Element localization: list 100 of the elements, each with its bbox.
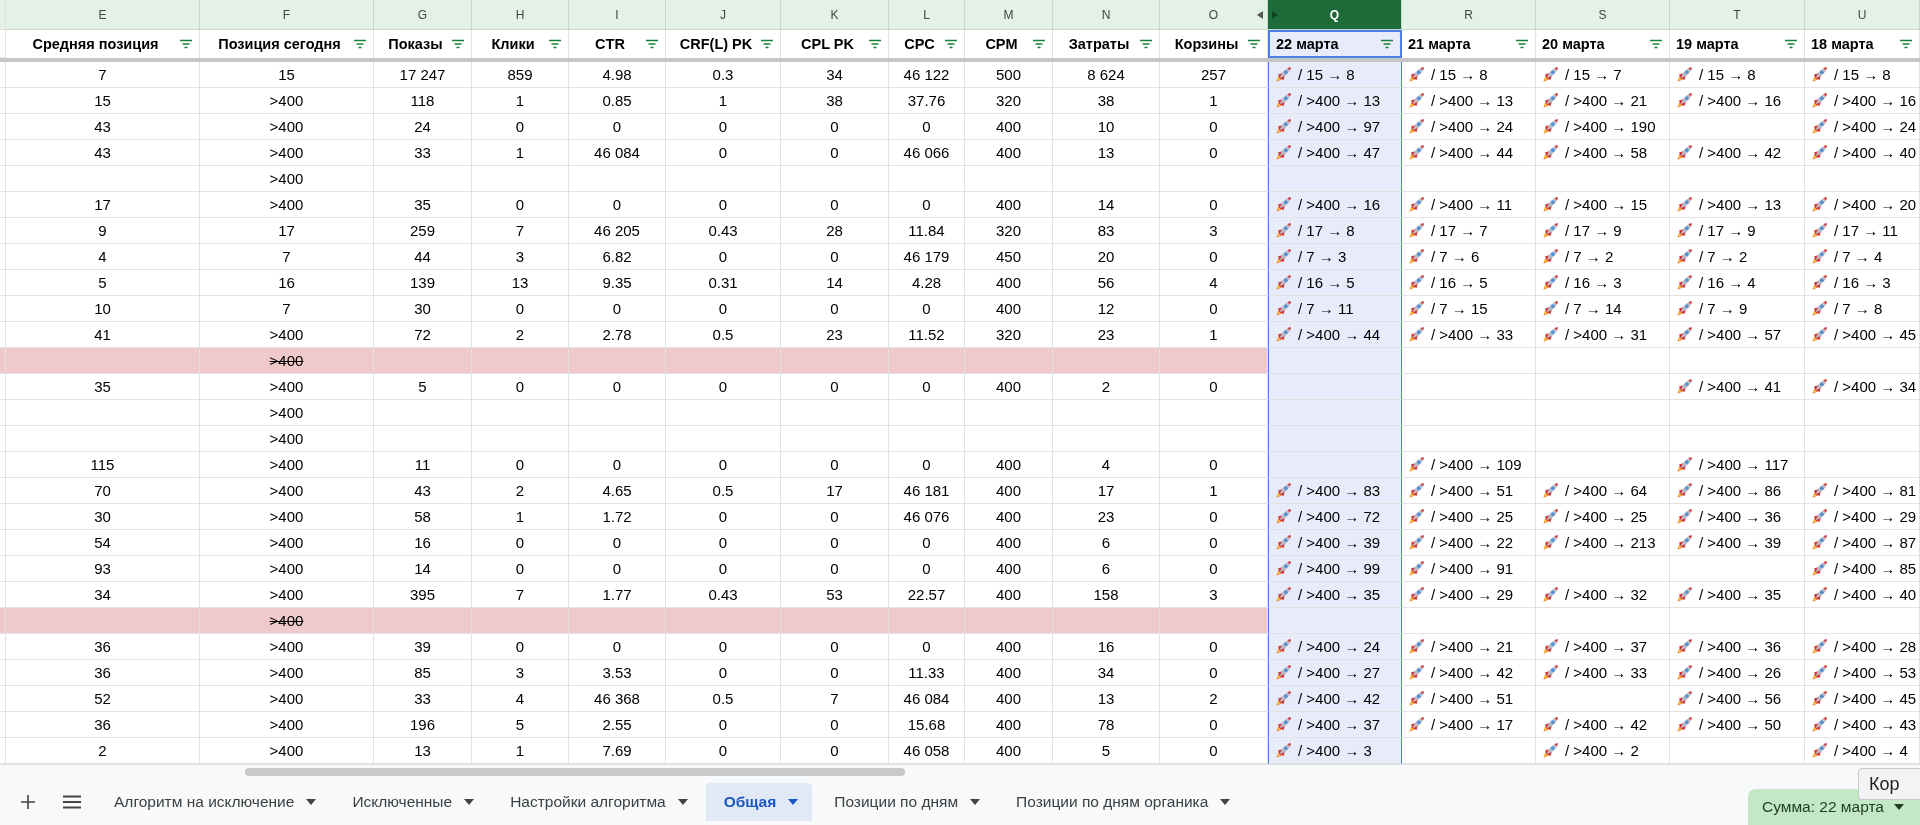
filter-icon[interactable] [760, 39, 774, 49]
row-header[interactable] [0, 140, 6, 166]
row-header[interactable] [0, 88, 6, 114]
position-change: / >400 → 16 [1699, 92, 1782, 109]
rocket-icon [1540, 636, 1560, 657]
sheet-tab[interactable]: Исключенные [334, 782, 489, 821]
position-change: / 15 → 8 [1431, 66, 1488, 83]
filter-icon[interactable] [1784, 39, 1798, 49]
row-header[interactable] [0, 62, 6, 88]
collapse-icon[interactable] [1257, 11, 1263, 19]
filter-icon[interactable] [1515, 39, 1529, 49]
sheet-tab[interactable]: Общая [705, 782, 813, 821]
table-cell: 93 [6, 556, 200, 582]
filter-icon[interactable] [645, 39, 659, 49]
row-header[interactable] [0, 660, 6, 686]
row-header[interactable] [0, 296, 6, 322]
row-header[interactable] [0, 452, 6, 478]
scrollbar-thumb[interactable] [245, 767, 905, 776]
table-cell: 9.35 [569, 270, 666, 296]
filter-icon[interactable] [1380, 39, 1394, 49]
table-cell: 450 [965, 244, 1053, 270]
table-cell: 16 [200, 270, 374, 296]
position-change: / 7 → 15 [1431, 300, 1488, 317]
row-header[interactable] [0, 114, 6, 140]
filter-icon[interactable] [944, 39, 958, 49]
table-cell: 0 [569, 634, 666, 660]
filter-icon[interactable] [1247, 39, 1261, 49]
table-cell: 0 [781, 296, 889, 322]
row-header[interactable] [0, 686, 6, 712]
column-header[interactable]: I [569, 0, 666, 30]
filter-icon[interactable] [179, 39, 193, 49]
column-header[interactable]: H [472, 0, 569, 30]
position-change: / >400 → 25 [1431, 508, 1514, 525]
position-change: / >400 → 44 [1431, 144, 1514, 161]
row-header[interactable] [0, 556, 6, 582]
column-header[interactable]: N [1053, 0, 1160, 30]
column-header[interactable]: M [965, 0, 1053, 30]
position-change: / 16 → 4 [1699, 274, 1756, 291]
table-cell: 196 [374, 712, 472, 738]
expand-icon[interactable] [1272, 11, 1278, 19]
column-title: CPM [984, 36, 1019, 52]
column-header[interactable]: K [781, 0, 889, 30]
column-title-cell[interactable]: 22 марта [1268, 30, 1402, 58]
row-header[interactable] [0, 218, 6, 244]
table-cell: 320 [965, 218, 1053, 244]
table-cell: 13 [1053, 686, 1160, 712]
column-header[interactable]: O [1160, 0, 1268, 30]
row-header[interactable] [0, 374, 6, 400]
position-change: / >400 → 35 [1298, 586, 1381, 603]
row-header[interactable] [0, 504, 6, 530]
row-header[interactable] [0, 426, 6, 452]
column-header[interactable]: Q [1268, 0, 1402, 30]
sheet-tab[interactable]: Настройки алгоритма [492, 782, 702, 821]
table-cell: 46 181 [889, 478, 965, 504]
column-header[interactable]: G [374, 0, 472, 30]
sheet-tab[interactable]: Позиции по дням [816, 782, 995, 821]
column-header[interactable]: R [1402, 0, 1536, 30]
column-header[interactable]: J [666, 0, 781, 30]
column-header[interactable]: E [6, 0, 200, 30]
row-header[interactable] [0, 348, 6, 374]
column-header[interactable]: F [200, 0, 374, 30]
row-header[interactable] [0, 166, 6, 192]
column-header[interactable]: S [1536, 0, 1670, 30]
column-header[interactable]: L [889, 0, 965, 30]
filter-icon[interactable] [548, 39, 562, 49]
row-header[interactable] [0, 244, 6, 270]
table-cell: >400 [200, 400, 374, 426]
rocket-icon [1674, 90, 1694, 111]
table-cell: 0 [889, 192, 965, 218]
row-header[interactable] [0, 478, 6, 504]
row-header[interactable] [0, 608, 6, 634]
row-header[interactable] [0, 192, 6, 218]
table-cell: 0.5 [666, 478, 781, 504]
filter-icon[interactable] [1899, 39, 1913, 49]
table-cell: >400 [200, 166, 374, 192]
sheet-tab[interactable]: Алгоритм на исключение [96, 782, 331, 821]
filter-icon[interactable] [1139, 39, 1153, 49]
sheet-tab[interactable]: Позиции по дням органика [998, 782, 1245, 821]
table-cell: >400 [200, 634, 374, 660]
table-cell: 0 [781, 244, 889, 270]
column-header[interactable]: T [1670, 0, 1805, 30]
filter-icon[interactable] [451, 39, 465, 49]
row-header[interactable] [0, 270, 6, 296]
rocket-icon [1273, 298, 1293, 319]
table-cell: 15.68 [889, 712, 965, 738]
rocket-icon [1406, 532, 1426, 553]
filter-icon[interactable] [1032, 39, 1046, 49]
table-cell: 4 [1053, 452, 1160, 478]
row-header[interactable] [0, 530, 6, 556]
caret-icon [1893, 804, 1904, 810]
row-header[interactable] [0, 712, 6, 738]
column-header[interactable]: U [1805, 0, 1920, 30]
filter-icon[interactable] [868, 39, 882, 49]
row-header[interactable] [0, 634, 6, 660]
position-change: / >400 → 83 [1298, 482, 1381, 499]
filter-icon[interactable] [353, 39, 367, 49]
row-header[interactable] [0, 400, 6, 426]
position-change: / >400 → 91 [1431, 560, 1514, 577]
rocket-icon [1674, 662, 1694, 683]
filter-icon[interactable] [1649, 39, 1663, 49]
